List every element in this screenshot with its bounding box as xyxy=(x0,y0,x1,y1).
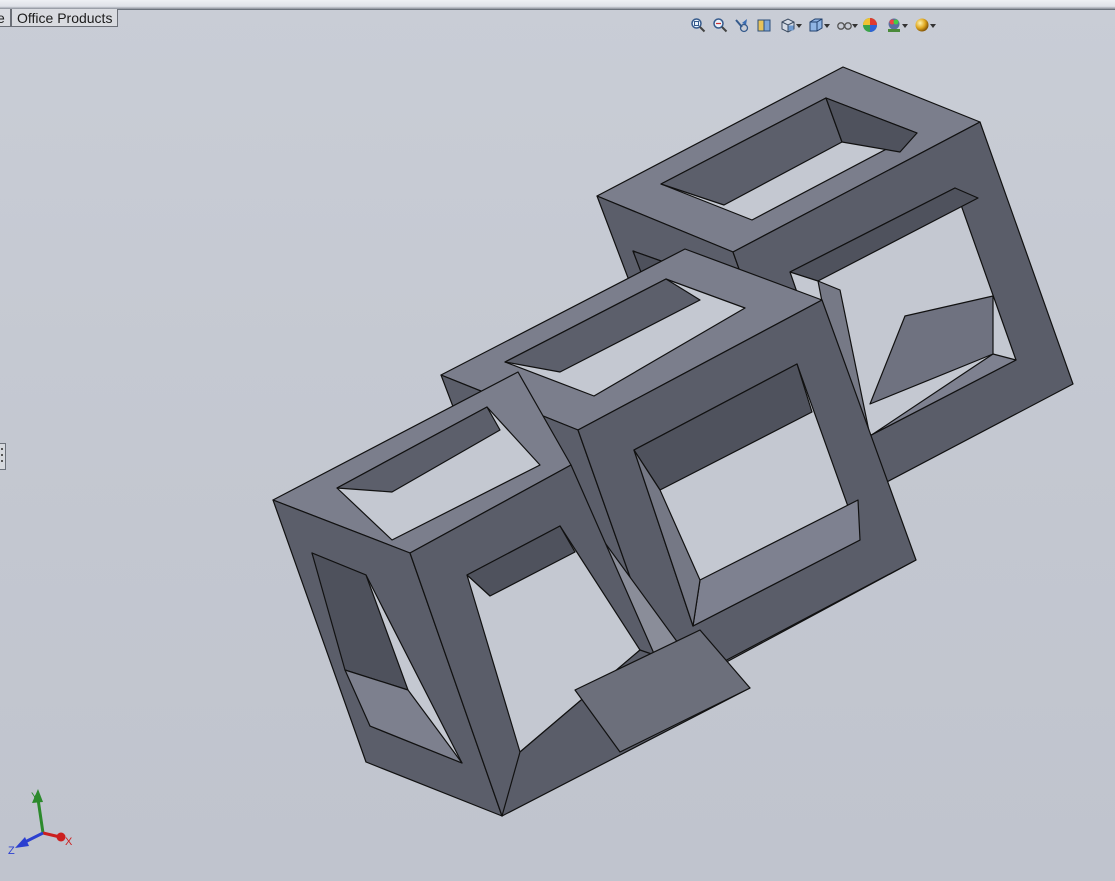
z-axis-arrowhead xyxy=(15,837,29,848)
y-axis-arrow xyxy=(36,798,45,834)
linked-cube-frames-model[interactable] xyxy=(0,0,1115,881)
x-axis-label: X xyxy=(65,836,73,848)
y-axis-label: Y xyxy=(31,791,39,803)
z-axis-label: Z xyxy=(8,845,15,855)
coordinate-triad: Y X Z xyxy=(8,789,73,855)
